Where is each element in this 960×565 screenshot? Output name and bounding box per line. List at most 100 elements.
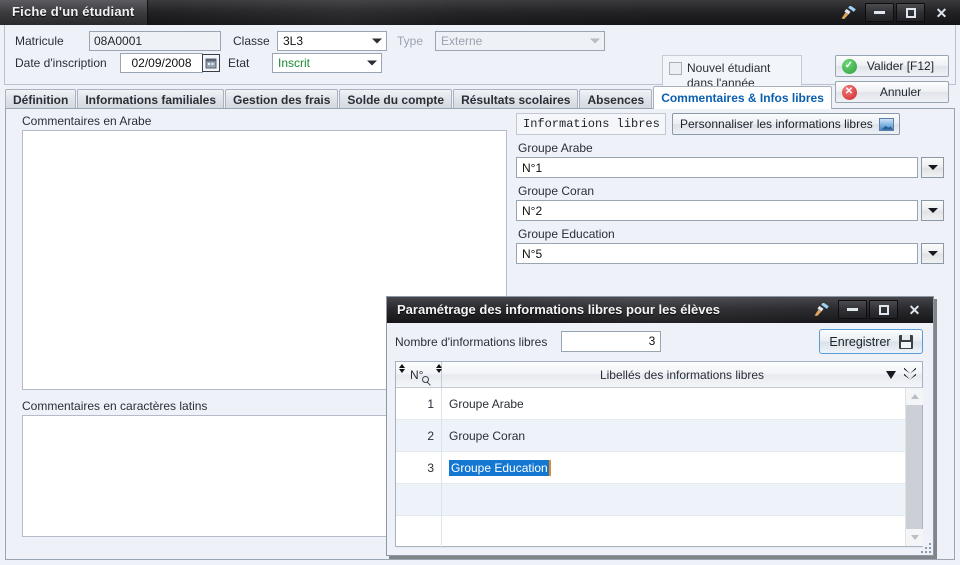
date-input[interactable]: 02/09/2008 xyxy=(120,53,203,73)
dialog-minimize-button[interactable] xyxy=(838,300,867,319)
header-form-area: Matricule 08A0001 Classe 3L3 Type Extern… xyxy=(4,25,956,105)
free-field-dropdown-2[interactable] xyxy=(921,243,944,264)
calendar-icon[interactable] xyxy=(202,54,220,72)
tab-label: Solde du compte xyxy=(347,92,445,107)
scroll-up-button[interactable] xyxy=(906,388,923,405)
classe-label: Classe xyxy=(233,34,270,48)
nouvel-etudiant-checkbox[interactable] xyxy=(669,62,682,75)
tab-label: Commentaires & Infos libres xyxy=(661,91,824,105)
free-field-row-2: N°5 xyxy=(516,243,952,264)
parametrage-dialog: Paramétrage des informations libres pour… xyxy=(386,296,934,556)
personnaliser-button[interactable]: Personnaliser les informations libres xyxy=(672,113,900,135)
tab-informations-familiales[interactable]: Informations familiales xyxy=(77,89,225,109)
titlebar-glare xyxy=(150,0,670,25)
brush-icon[interactable] xyxy=(834,3,863,22)
save-icon xyxy=(898,334,913,349)
date-row: Date d'inscription 02/09/2008 Etat Inscr… xyxy=(15,53,382,73)
chevron-down-icon xyxy=(367,60,377,66)
chevron-down-icon xyxy=(927,208,938,213)
check-circle-icon: ✓ xyxy=(839,58,859,74)
personnaliser-button-label: Personnaliser les informations libres xyxy=(680,117,873,131)
dialog-body: Nombre d'informations libres 3 Enregistr… xyxy=(387,323,933,555)
free-field-group: Groupe Education N°5 xyxy=(516,227,952,264)
free-field-label-2: Groupe Education xyxy=(518,227,615,241)
tab-label: Définition xyxy=(13,92,69,107)
classe-select-value: 3L3 xyxy=(283,34,304,48)
row-label[interactable]: Groupe Coran xyxy=(442,429,525,443)
dialog-window-controls: ✕ xyxy=(807,300,929,319)
close-icon: ✕ xyxy=(935,4,948,21)
minimize-button[interactable] xyxy=(865,3,894,22)
tab-gestion-des-frais[interactable]: Gestion des frais xyxy=(225,89,339,109)
window-title: Fiche d'un étudiant xyxy=(12,4,135,19)
table-row[interactable]: 2 Groupe Coran xyxy=(396,419,922,452)
filter-icon[interactable] xyxy=(886,370,896,379)
grid-header-label[interactable]: Libellés des informations libres xyxy=(442,362,922,388)
chevron-up-icon xyxy=(910,394,919,399)
valider-button[interactable]: ✓ Valider [F12] xyxy=(835,55,949,77)
tab-resultats-scolaires[interactable]: Résultats scolaires xyxy=(453,89,579,109)
enregistrer-button[interactable]: Enregistrer xyxy=(819,329,923,354)
count-input[interactable]: 3 xyxy=(561,331,662,352)
infos-libres-title: Informations libres xyxy=(516,113,666,135)
main-titlebar: Fiche d'un étudiant ✕ xyxy=(0,0,960,25)
dialog-resize-handle[interactable] xyxy=(921,543,931,553)
dialog-title: Paramétrage des informations libres pour… xyxy=(397,302,720,317)
free-field-row-0: N°1 xyxy=(516,157,952,178)
brush-icon-svg xyxy=(841,5,856,19)
tab-commentaires-infos-libres[interactable]: Commentaires & Infos libres xyxy=(653,86,832,109)
tab-absences[interactable]: Absences xyxy=(579,89,653,109)
dialog-close-button[interactable]: ✕ xyxy=(900,300,929,319)
table-row[interactable]: 1 Groupe Arabe xyxy=(396,387,922,420)
row-num: 2 xyxy=(396,419,442,452)
etat-select-value: Inscrit xyxy=(278,56,311,70)
picture-icon xyxy=(878,117,894,131)
close-icon: ✕ xyxy=(908,301,921,318)
count-row: Nombre d'informations libres 3 xyxy=(395,331,662,352)
table-row[interactable] xyxy=(396,483,922,516)
arabic-comments-label: Commentaires en Arabe xyxy=(22,114,152,128)
free-field-input-1[interactable]: N°2 xyxy=(516,200,918,221)
chevron-double-down-icon[interactable] xyxy=(904,367,916,382)
close-button[interactable]: ✕ xyxy=(927,3,956,22)
count-label: Nombre d'informations libres xyxy=(395,334,548,349)
selected-text: Groupe Education xyxy=(449,459,551,476)
tab-solde-du-compte[interactable]: Solde du compte xyxy=(339,89,453,109)
search-icon[interactable] xyxy=(422,375,429,383)
matricule-label: Matricule xyxy=(15,34,64,48)
brush-icon[interactable] xyxy=(807,300,836,319)
etat-select[interactable]: Inscrit xyxy=(272,53,382,73)
free-field-row-1: N°2 xyxy=(516,200,952,221)
grid-body: 1 Groupe Arabe 2 Groupe Coran 3 Groupe E… xyxy=(396,387,923,548)
type-select-value: Externe xyxy=(441,34,483,48)
enregistrer-button-label: Enregistrer xyxy=(829,334,891,349)
infos-libres-header: Informations libres Personnaliser les in… xyxy=(516,113,952,135)
valider-button-label: Valider [F12] xyxy=(866,59,935,73)
free-field-dropdown-1[interactable] xyxy=(921,200,944,221)
tab-label: Informations familiales xyxy=(85,92,217,107)
table-row[interactable]: 3 Groupe Education xyxy=(396,451,922,484)
free-field-group: Groupe Arabe N°1 xyxy=(516,141,952,178)
classe-select[interactable]: 3L3 xyxy=(277,31,387,51)
row-num xyxy=(396,515,442,548)
table-row[interactable] xyxy=(396,515,922,548)
dialog-titlebar: Paramétrage des informations libres pour… xyxy=(387,297,933,323)
tab-definition[interactable]: Définition xyxy=(5,89,77,109)
row-label[interactable]: Groupe Arabe xyxy=(442,397,524,411)
grid-vertical-scrollbar[interactable] xyxy=(905,388,923,546)
type-select[interactable]: Externe xyxy=(435,31,605,51)
row-num xyxy=(396,483,442,516)
maximize-button[interactable] xyxy=(896,3,925,22)
row-num: 3 xyxy=(396,451,442,484)
row-label-editing[interactable]: Groupe Education xyxy=(442,459,551,476)
free-field-input-2[interactable]: N°5 xyxy=(516,243,918,264)
chevron-down-icon xyxy=(927,165,938,170)
free-field-input-0[interactable]: N°1 xyxy=(516,157,918,178)
tab-label: Résultats scolaires xyxy=(461,92,571,107)
grid-header-num[interactable]: N° xyxy=(396,361,442,388)
window-controls: ✕ xyxy=(834,3,956,22)
matricule-input[interactable]: 08A0001 xyxy=(89,31,221,51)
sort-icon[interactable] xyxy=(399,363,406,373)
dialog-maximize-button[interactable] xyxy=(869,300,898,319)
free-field-dropdown-0[interactable] xyxy=(921,157,944,178)
